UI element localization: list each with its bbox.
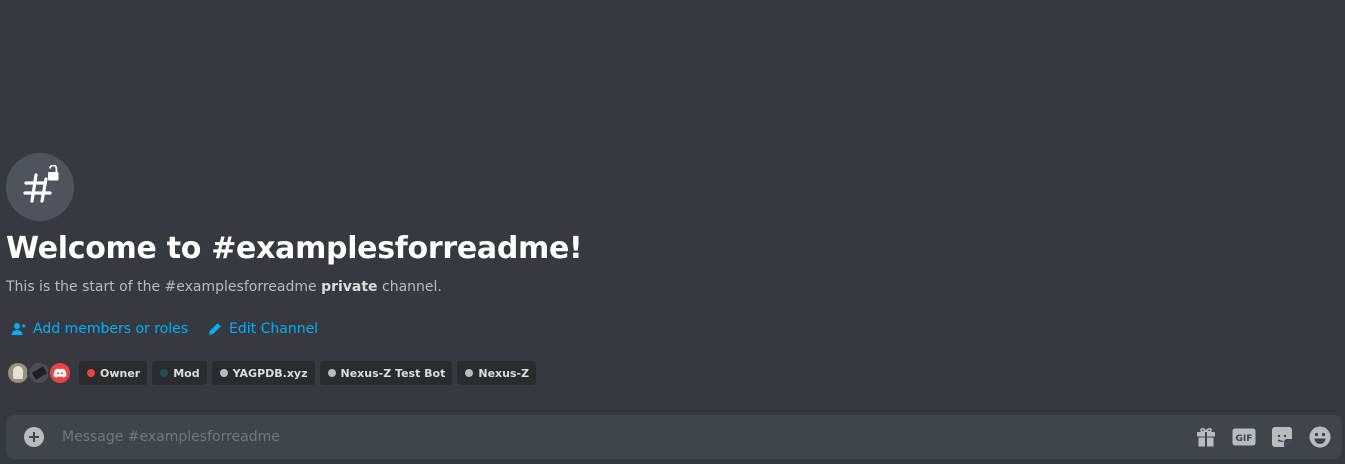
pencil-icon (209, 323, 221, 335)
sticker-icon (1272, 427, 1292, 447)
gif-icon: GIF (1232, 428, 1256, 446)
message-input[interactable] (62, 426, 1180, 448)
role-chip[interactable]: Nexus-Z (457, 361, 537, 385)
channel-members-row: Owner Mod YAGPDB.xyz Nexus-Z Test Bot Nexus-… (6, 361, 541, 385)
sticker-button[interactable] (1270, 425, 1294, 449)
role-color-dot (160, 369, 169, 377)
add-members-label: Add members or roles (33, 321, 189, 337)
emoji-button[interactable] (1308, 425, 1332, 449)
role-name: Nexus-Z (478, 366, 530, 380)
role-color-dot (219, 369, 228, 377)
person-add-icon (11, 323, 26, 335)
role-color-dot (327, 369, 336, 377)
role-chip[interactable]: Nexus-Z Test Bot (319, 361, 453, 385)
role-chip[interactable]: Owner (79, 361, 148, 385)
welcome-description: This is the start of the #examplesforrea… (6, 277, 442, 297)
discord-logo-avatar[interactable] (48, 361, 72, 385)
role-list: Owner Mod YAGPDB.xyz Nexus-Z Test Bot Nexus-… (79, 361, 541, 385)
discord-logo-icon (53, 368, 67, 378)
chat-area: Welcome to #examplesforreadme! This is t… (0, 0, 1345, 464)
role-name: YAGPDB.xyz (232, 366, 308, 380)
role-name: Mod (173, 366, 200, 380)
welcome-desc-prefix: This is the start of the #examplesforrea… (6, 279, 322, 295)
channel-actions: Add members or roles Edit Channel (10, 318, 318, 340)
edit-channel-label: Edit Channel (229, 321, 319, 337)
role-color-dot (87, 369, 95, 377)
role-chip[interactable]: YAGPDB.xyz (211, 361, 315, 385)
attach-button[interactable] (22, 425, 46, 449)
role-color-dot (465, 369, 474, 377)
gift-icon (1197, 427, 1215, 447)
add-members-button[interactable]: Add members or roles (10, 321, 188, 337)
role-chip[interactable]: Mod (152, 361, 207, 385)
svg-text:GIF: GIF (1236, 434, 1253, 444)
edit-channel-button[interactable]: Edit Channel (208, 321, 318, 337)
welcome-desc-suffix: channel. (377, 279, 442, 295)
welcome-desc-private: private (321, 279, 378, 295)
emoji-icon (1309, 426, 1331, 448)
welcome-title: Welcome to #examplesforreadme! (6, 231, 583, 266)
plus-circle-icon (24, 427, 44, 447)
hashtag-lock-icon (6, 153, 74, 221)
composer-buttons: GIF (1180, 425, 1332, 449)
role-name: Owner (100, 366, 141, 380)
role-name: Nexus-Z Test Bot (340, 366, 446, 380)
gif-button[interactable]: GIF (1232, 425, 1256, 449)
member-avatars (6, 361, 72, 385)
message-composer: GIF (6, 415, 1342, 459)
gift-button[interactable] (1194, 425, 1218, 449)
